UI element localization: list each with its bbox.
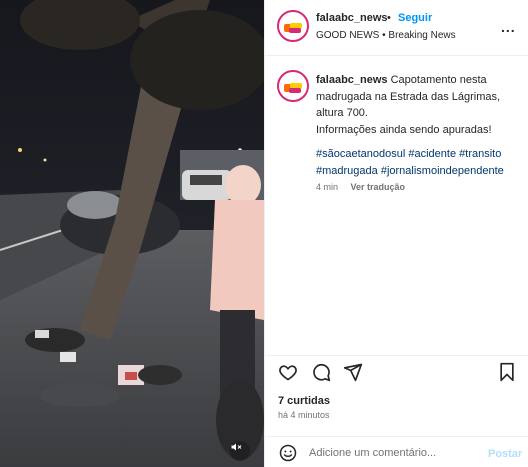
hashtag-link[interactable]: #madrugada <box>316 165 378 177</box>
post-header: falaabc_news • Seguir GOOD NEWS • Breaki… <box>265 0 528 56</box>
hashtag-link[interactable]: #acidente <box>408 148 456 160</box>
post-comment-button[interactable]: Postar <box>488 448 522 460</box>
mute-button[interactable] <box>230 441 250 461</box>
avatar[interactable] <box>277 10 309 42</box>
brand-logo-icon <box>284 83 302 93</box>
caption-avatar[interactable] <box>277 70 309 102</box>
bookmark-icon[interactable] <box>497 362 517 382</box>
instagram-post: falaabc_news • Seguir GOOD NEWS • Breaki… <box>0 0 528 467</box>
heart-icon[interactable] <box>278 362 298 382</box>
share-icon[interactable] <box>343 362 363 382</box>
hashtags: #sãocaetanodosul #acidente #transito #ma… <box>316 146 521 179</box>
comment-input[interactable] <box>309 443 489 463</box>
caption-meta: 4 min Ver tradução <box>316 182 405 192</box>
follow-button[interactable]: Seguir <box>398 12 432 24</box>
more-options-icon[interactable]: ... <box>501 19 516 35</box>
post-sidebar: falaabc_news • Seguir GOOD NEWS • Breaki… <box>264 0 528 467</box>
comment-icon[interactable] <box>311 362 331 382</box>
comment-bar: Postar <box>265 436 528 467</box>
header-subtitle[interactable]: GOOD NEWS • Breaking News <box>316 30 456 41</box>
caption-username[interactable]: falaabc_news <box>316 74 388 86</box>
caption-text: falaabc_news Capotamento nesta madrugada… <box>316 72 521 138</box>
likes-count[interactable]: 7 curtidas <box>278 395 330 407</box>
brand-logo-icon <box>284 23 302 33</box>
post-timestamp[interactable]: há 4 minutos <box>278 410 330 420</box>
hashtag-link[interactable]: #jornalismoindependente <box>381 165 504 177</box>
translate-link[interactable]: Ver tradução <box>351 182 406 192</box>
caption-body-2: Informações ainda sendo apuradas! <box>316 123 492 136</box>
header-separator: • <box>387 12 391 24</box>
hashtag-link[interactable]: #sãocaetanodosul <box>316 148 405 160</box>
emoji-icon[interactable] <box>279 444 297 462</box>
speaker-muted-icon <box>231 443 242 451</box>
header-username[interactable]: falaabc_news <box>316 12 388 24</box>
video-frame <box>0 0 264 467</box>
caption-time: 4 min <box>316 182 339 192</box>
post-video[interactable] <box>0 0 264 467</box>
action-bar <box>265 355 528 387</box>
hashtag-link[interactable]: #transito <box>459 148 501 160</box>
